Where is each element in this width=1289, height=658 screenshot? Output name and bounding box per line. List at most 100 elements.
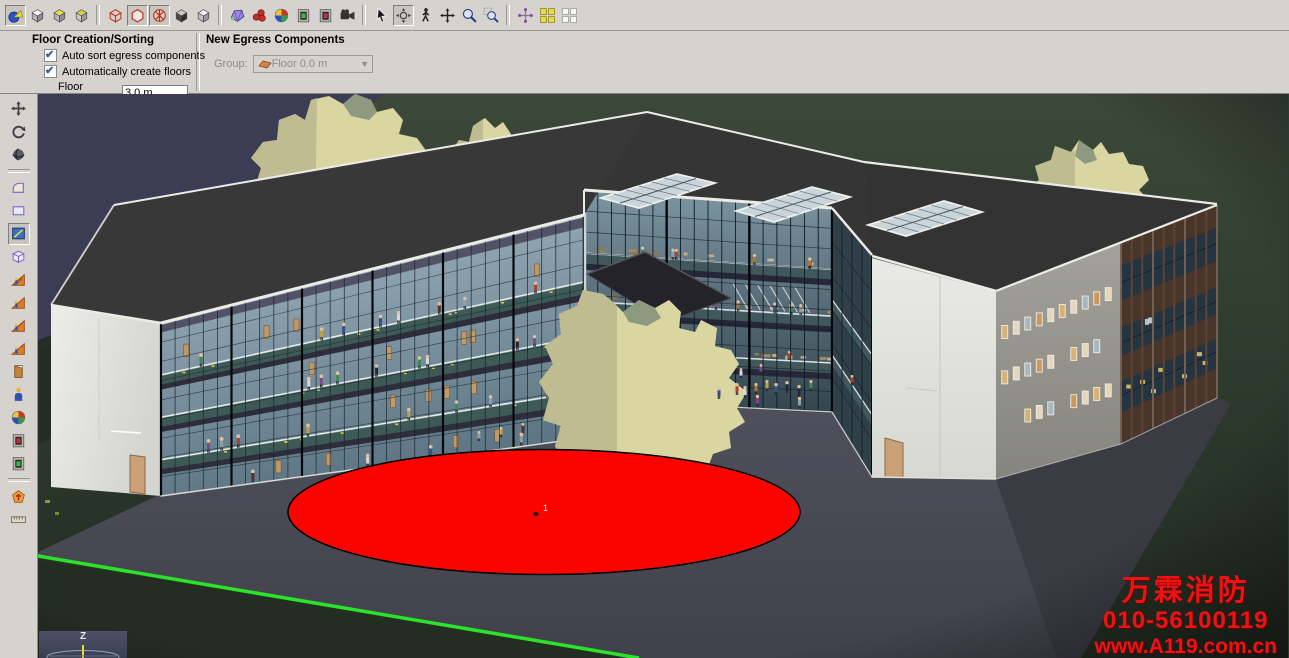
toolbar-separator [8,169,30,173]
extract-floor-tool-button[interactable] [8,486,30,508]
orbit-tool-icon [395,7,412,24]
camera-tour-button[interactable] [337,5,358,26]
new-egress-title: New Egress Components [206,34,373,46]
view-cube-shaded-icon [73,7,90,24]
toolbar-separator [8,478,30,482]
show-navigation-geometry-icon [229,7,246,24]
doorway-tool-button[interactable] [8,361,30,383]
wedge-tool-button[interactable] [8,177,30,199]
grid-snap-off-icon [561,7,578,24]
interior-door-tool-button[interactable] [8,453,30,475]
auto-create-floors-label: Automatically create floors [62,66,191,78]
show-exit-doors-icon [295,7,312,24]
measure-tool-button[interactable] [8,509,30,531]
interior-door-tool-icon [10,455,27,472]
add-occupant-tool-button[interactable] [8,384,30,406]
floor-creation-panel: Floor Creation/Sorting Auto sort egress … [26,31,196,93]
axis-gizmo[interactable]: Z [39,631,127,658]
ramp-tool-icon [10,294,27,311]
zoom-box-tool-button[interactable] [481,5,502,26]
select-tool-button[interactable] [371,5,392,26]
toolbar-separator [362,5,366,25]
orbit-view-tool-icon [10,146,27,163]
view-cube-yellow-top-icon [51,7,68,24]
grid-snap-on-button[interactable] [537,5,558,26]
grid-snap-off-button[interactable] [559,5,580,26]
viewport-3d-scene: 1 [38,94,1288,658]
zoom-tool-button[interactable] [459,5,480,26]
chevron-down-icon [358,59,372,69]
outline-view-button[interactable] [127,5,148,26]
pan-tool-button[interactable] [437,5,458,26]
measure-tool-icon [10,511,27,528]
rectangle-tool-button[interactable] [8,200,30,222]
group-dropdown[interactable]: Floor 0.0 m [253,55,373,73]
floor-icon [258,59,272,69]
camera-tour-icon [339,7,356,24]
toolbar-separator [96,5,100,25]
ramp-tool-button[interactable] [8,292,30,314]
watermark-brand: 万霖消防 [1095,577,1277,606]
polygon-tool-icon [10,225,27,242]
auto-sort-label: Auto sort egress components [62,50,205,62]
auto-create-floors-checkbox[interactable] [44,65,57,78]
stairs-tool-icon [10,271,27,288]
move-view-tool-icon [10,100,27,117]
show-occupants-button[interactable] [271,5,292,26]
solid-view-button[interactable] [193,5,214,26]
auto-sort-checkbox[interactable] [44,49,57,62]
orbit-view-tool-button[interactable] [8,144,30,166]
options-panel-bar: Floor Creation/Sorting Auto sort egress … [0,31,1289,94]
view-cube-shaded-button[interactable] [71,5,92,26]
solid-view-icon [195,7,212,24]
walk-tool-icon [417,7,434,24]
tool-sidebar [0,94,38,658]
solid-dark-view-icon [173,7,190,24]
elevator-tool-button[interactable] [8,338,30,360]
orbit-tool-button[interactable] [393,5,414,26]
transparent-view-icon [151,7,168,24]
zoom-tool-icon [461,7,478,24]
wireframe-view-button[interactable] [105,5,126,26]
application-window: Floor Creation/Sorting Auto sort egress … [0,0,1289,658]
view-cube-yellow-top-button[interactable] [49,5,70,26]
watermark-phone: 010-56100119 [1095,609,1277,633]
outline-view-icon [129,7,146,24]
show-interior-doors-button[interactable] [315,5,336,26]
new-egress-panel: New Egress Components Group: Floor 0.0 m [200,31,381,93]
walk-tool-button[interactable] [415,5,436,26]
show-interior-doors-icon [317,7,334,24]
viewport-3d[interactable]: 1 Z 万霖消防 010-56100119 www.A119.com.cn [38,94,1289,658]
show-obstructions-icon [251,7,268,24]
grid-snap-on-icon [539,7,556,24]
view-cube-white-top-button[interactable] [27,5,48,26]
polygon-tool-button[interactable] [8,223,30,245]
add-occupant-tool-icon [10,386,27,403]
rotate-view-tool-button[interactable] [8,121,30,143]
exit-door-tool-button[interactable] [8,430,30,452]
marker-label: 1 [543,503,548,513]
occupant-group-tool-button[interactable] [8,407,30,429]
box-tool-button[interactable] [8,246,30,268]
show-obstructions-button[interactable] [249,5,270,26]
rotate-view-tool-icon [10,123,27,140]
perspective-view-icon [7,7,24,24]
reference-axes-icon [517,7,534,24]
escalator-tool-button[interactable] [8,315,30,337]
toolbar-separator [506,5,510,25]
reference-axes-button[interactable] [515,5,536,26]
toolbar-separator [218,5,222,25]
move-view-tool-button[interactable] [8,98,30,120]
transparent-view-button[interactable] [149,5,170,26]
stairs-tool-button[interactable] [8,269,30,291]
show-navigation-geometry-button[interactable] [227,5,248,26]
show-exit-doors-button[interactable] [293,5,314,26]
solid-dark-view-button[interactable] [171,5,192,26]
group-label: Group: [214,58,248,70]
escalator-tool-icon [10,317,27,334]
perspective-view-button[interactable] [5,5,26,26]
wireframe-view-icon [107,7,124,24]
watermark: 万霖消防 010-56100119 www.A119.com.cn [1095,577,1277,657]
show-occupants-icon [273,7,290,24]
floor-creation-title: Floor Creation/Sorting [32,34,188,46]
